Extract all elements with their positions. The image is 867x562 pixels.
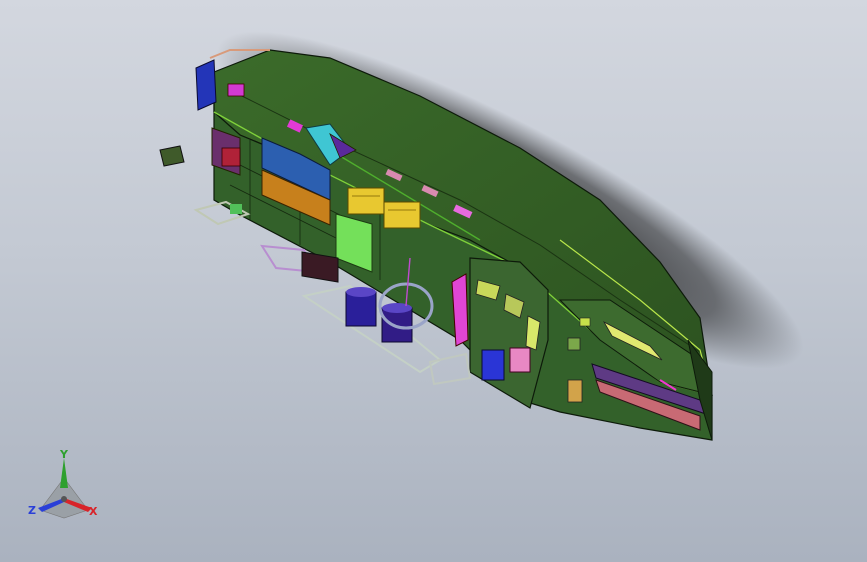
- triad-y-arrow-icon: [60, 458, 68, 488]
- cabin-blue-door[interactable]: [481, 349, 505, 381]
- coordinate-triad[interactable]: Y Z X: [24, 448, 104, 524]
- model-view[interactable]: [0, 0, 867, 562]
- rear-box-magenta[interactable]: [227, 83, 245, 97]
- bow-hatch-1[interactable]: [567, 337, 581, 351]
- rear-flag[interactable]: [159, 145, 185, 167]
- triad-z-label: Z: [28, 504, 36, 517]
- bow-hatch-3[interactable]: [579, 317, 591, 327]
- graphics-viewport[interactable]: Y Z X: [0, 0, 867, 562]
- bow-hatch-2[interactable]: [567, 379, 583, 403]
- rear-red-box[interactable]: [221, 147, 241, 167]
- cabin-step[interactable]: [428, 352, 472, 386]
- cabin-pink-panel[interactable]: [509, 347, 531, 373]
- triad-y-label: Y: [60, 448, 68, 461]
- rear-green-clip: [230, 204, 242, 214]
- triad-x-label: X: [89, 505, 98, 518]
- rear-frame[interactable]: [195, 59, 217, 111]
- triad-origin: [61, 496, 67, 502]
